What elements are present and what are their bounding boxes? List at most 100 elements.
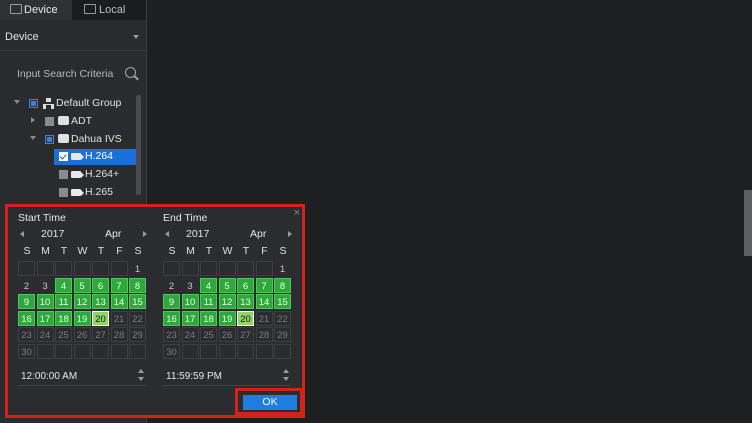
day-cell[interactable]: 4 bbox=[200, 277, 217, 293]
checkbox[interactable] bbox=[45, 117, 54, 126]
prev-year-icon[interactable] bbox=[20, 231, 24, 237]
day-cell[interactable]: 1 bbox=[129, 261, 146, 276]
day-cell[interactable]: 6 bbox=[237, 277, 254, 293]
day-cell[interactable]: 30 bbox=[163, 343, 180, 359]
day-cell[interactable]: 2 bbox=[163, 277, 180, 293]
day-cell[interactable]: 28 bbox=[255, 327, 273, 342]
tree-scrollbar[interactable] bbox=[136, 95, 141, 195]
day-cell[interactable]: 7 bbox=[110, 277, 128, 293]
day-cell[interactable]: 10 bbox=[181, 294, 199, 309]
checkbox[interactable] bbox=[59, 170, 68, 179]
ok-button[interactable]: OK bbox=[243, 395, 297, 410]
day-cell[interactable]: 21 bbox=[110, 310, 128, 326]
search-icon[interactable] bbox=[125, 67, 136, 78]
day-cell[interactable]: 4 bbox=[55, 277, 72, 293]
device-type-value: Device bbox=[5, 31, 39, 43]
day-cell[interactable]: 26 bbox=[73, 327, 91, 342]
day-cell[interactable]: 5 bbox=[73, 277, 91, 293]
day-cell[interactable]: 26 bbox=[218, 327, 236, 342]
day-cell[interactable]: 16 bbox=[163, 310, 180, 326]
day-cell[interactable]: 11 bbox=[200, 294, 217, 309]
search-input[interactable] bbox=[5, 63, 117, 85]
day-cell[interactable]: 22 bbox=[274, 310, 291, 326]
day-cell[interactable]: 14 bbox=[110, 294, 128, 309]
tab-device[interactable]: Device bbox=[0, 0, 72, 20]
next-month-icon[interactable] bbox=[143, 231, 147, 237]
day-cell[interactable]: 29 bbox=[274, 327, 291, 342]
day-cell[interactable]: 11 bbox=[55, 294, 72, 309]
tree-node-h265[interactable]: H.265 bbox=[54, 185, 136, 201]
day-cell[interactable]: 2 bbox=[18, 277, 35, 293]
selected-day-cell[interactable]: 20 bbox=[237, 310, 254, 326]
day-cell[interactable]: 25 bbox=[200, 327, 217, 342]
day-cell[interactable]: 10 bbox=[36, 294, 54, 309]
tree-node-default-group[interactable]: Default Group bbox=[8, 96, 136, 112]
tree-node-h264[interactable]: H.264 bbox=[54, 149, 136, 165]
weekday-header: SMTWTFS bbox=[163, 245, 292, 259]
day-cell[interactable]: 28 bbox=[110, 327, 128, 342]
prev-year-icon[interactable] bbox=[165, 231, 169, 237]
selected-day-cell[interactable]: 20 bbox=[92, 310, 109, 326]
side-panel-handle[interactable] bbox=[744, 190, 752, 256]
day-cell[interactable]: 17 bbox=[36, 310, 54, 326]
day-cell[interactable]: 14 bbox=[255, 294, 273, 309]
tree-node-dahua-ivs[interactable]: Dahua IVS bbox=[8, 132, 136, 148]
start-month: Apr bbox=[105, 228, 122, 240]
day-cell[interactable]: 15 bbox=[274, 294, 291, 309]
time-spinner-icon[interactable] bbox=[138, 369, 144, 382]
day-cell[interactable]: 23 bbox=[163, 327, 180, 342]
day-cell[interactable]: 3 bbox=[36, 277, 54, 293]
end-time-field[interactable]: 11:59:59 PM bbox=[163, 367, 291, 386]
day-cell[interactable]: 18 bbox=[200, 310, 217, 326]
tree-node-h264plus[interactable]: H.264+ bbox=[54, 167, 136, 183]
day-cell[interactable]: 19 bbox=[73, 310, 91, 326]
expand-icon[interactable] bbox=[30, 136, 36, 140]
day-cell[interactable]: 12 bbox=[218, 294, 236, 309]
checkbox[interactable] bbox=[59, 152, 68, 161]
day-cell[interactable]: 25 bbox=[55, 327, 72, 342]
day-cell[interactable]: 16 bbox=[18, 310, 35, 326]
day-cell[interactable]: 9 bbox=[163, 294, 180, 309]
empty-day-cell bbox=[181, 343, 199, 359]
day-cell[interactable]: 12 bbox=[73, 294, 91, 309]
checkbox[interactable] bbox=[29, 99, 38, 108]
day-cell[interactable]: 3 bbox=[181, 277, 199, 293]
next-month-icon[interactable] bbox=[288, 231, 292, 237]
day-cell[interactable]: 6 bbox=[92, 277, 109, 293]
day-cell[interactable]: 27 bbox=[92, 327, 109, 342]
device-type-dropdown[interactable]: Device bbox=[0, 24, 146, 51]
day-cell[interactable]: 17 bbox=[181, 310, 199, 326]
day-cell[interactable]: 24 bbox=[181, 327, 199, 342]
day-cell[interactable]: 13 bbox=[237, 294, 254, 309]
end-time-value: 11:59:59 PM bbox=[166, 371, 222, 382]
tab-local[interactable]: Local bbox=[72, 0, 146, 20]
day-cell[interactable]: 29 bbox=[129, 327, 146, 342]
checkbox[interactable] bbox=[59, 188, 68, 197]
start-time-field[interactable]: 12:00:00 AM bbox=[18, 367, 146, 386]
checkbox[interactable] bbox=[45, 135, 54, 144]
expand-icon[interactable] bbox=[14, 100, 20, 104]
day-cell[interactable]: 15 bbox=[129, 294, 146, 309]
day-cell[interactable]: 21 bbox=[255, 310, 273, 326]
day-cell[interactable]: 18 bbox=[55, 310, 72, 326]
empty-day-cell bbox=[18, 261, 35, 276]
day-cell[interactable]: 9 bbox=[18, 294, 35, 309]
start-time-title: Start Time bbox=[18, 212, 66, 224]
day-cell[interactable]: 13 bbox=[92, 294, 109, 309]
day-cell[interactable]: 23 bbox=[18, 327, 35, 342]
day-cell[interactable]: 8 bbox=[129, 277, 146, 293]
day-cell[interactable]: 30 bbox=[18, 343, 35, 359]
day-cell[interactable]: 19 bbox=[218, 310, 236, 326]
tree-node-adt[interactable]: ADT bbox=[8, 114, 136, 130]
tree-node-label: H.265 bbox=[85, 186, 114, 198]
day-cell[interactable]: 22 bbox=[129, 310, 146, 326]
day-cell[interactable]: 24 bbox=[36, 327, 54, 342]
close-icon[interactable]: × bbox=[294, 207, 300, 219]
day-cell[interactable]: 8 bbox=[274, 277, 291, 293]
expand-icon[interactable] bbox=[31, 117, 35, 123]
day-cell[interactable]: 5 bbox=[218, 277, 236, 293]
time-spinner-icon[interactable] bbox=[283, 369, 289, 382]
day-cell[interactable]: 1 bbox=[274, 261, 291, 276]
day-cell[interactable]: 27 bbox=[237, 327, 254, 342]
day-cell[interactable]: 7 bbox=[255, 277, 273, 293]
